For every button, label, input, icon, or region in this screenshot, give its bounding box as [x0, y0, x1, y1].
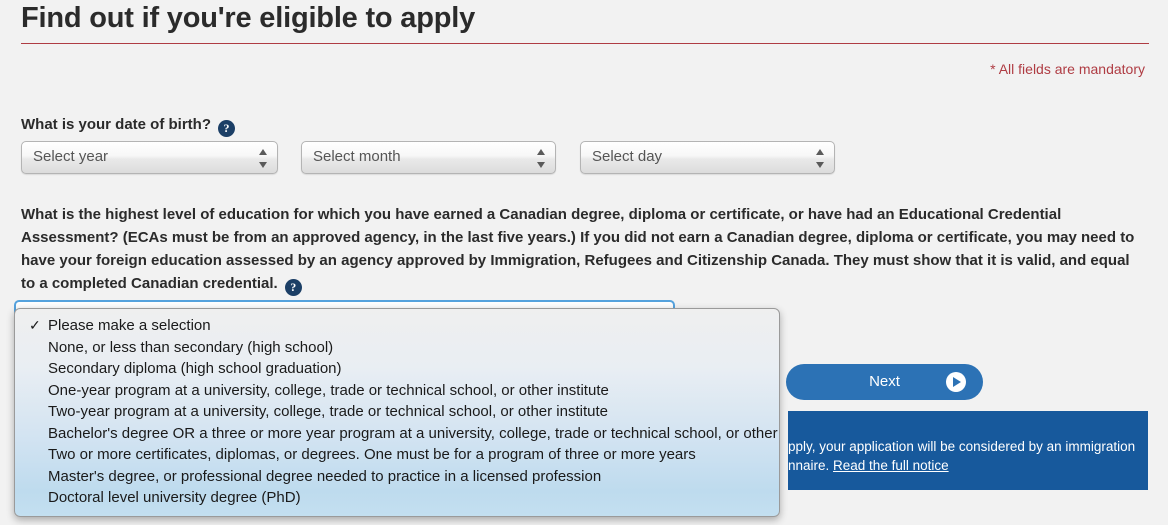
dropdown-option-label: Bachelor's degree OR a three or more yea…: [48, 424, 779, 442]
dropdown-option-label: One-year program at a university, colleg…: [48, 381, 609, 399]
dropdown-option[interactable]: ✓ Please make a selection: [15, 315, 779, 337]
dropdown-option-label: None, or less than secondary (high schoo…: [48, 338, 334, 356]
dropdown-option[interactable]: None, or less than secondary (high schoo…: [15, 337, 779, 359]
date-of-birth-question: What is your date of birth??: [21, 113, 235, 137]
title-divider: [21, 43, 1149, 44]
page-title: Find out if you're eligible to apply: [21, 2, 476, 34]
mandatory-fields-note: * All fields are mandatory: [990, 61, 1145, 77]
date-of-birth-question-label: What is your date of birth?: [21, 116, 211, 133]
help-icon-date-of-birth[interactable]: ?: [218, 120, 235, 137]
dropdown-option-label: Secondary diploma (high school graduatio…: [48, 360, 342, 377]
education-dropdown-list[interactable]: ✓ Please make a selection None, or less th…: [14, 308, 780, 517]
select-year[interactable]: Select year: [21, 141, 278, 174]
read-full-notice-link[interactable]: Read the full notice: [833, 458, 949, 473]
dropdown-option-label: Doctoral level university degree (PhD): [48, 489, 301, 506]
dropdown-option-label: Please make a selection: [48, 317, 211, 334]
notice-line-1: pply, your application will be considere…: [788, 439, 1136, 454]
stepper-arrows-icon: [537, 149, 546, 168]
education-question-label: What is the highest level of education f…: [21, 206, 1135, 292]
dropdown-option-label: Two or more certificates, diplomas, or d…: [48, 446, 696, 463]
dropdown-option[interactable]: One-year program at a university, colleg…: [15, 380, 779, 402]
select-month-value: Select month: [313, 148, 401, 165]
select-day[interactable]: Select day: [580, 141, 835, 174]
select-year-value: Select year: [33, 148, 109, 165]
select-month[interactable]: Select month: [301, 141, 556, 174]
eligibility-form-page: Find out if you're eligible to apply * A…: [0, 0, 1168, 525]
dropdown-option[interactable]: Two or more certificates, diplomas, or d…: [15, 444, 779, 466]
stepper-arrows-icon: [259, 149, 268, 168]
dropdown-option-label: Two-year program at a university, colleg…: [48, 403, 608, 420]
next-button[interactable]: Next: [786, 364, 983, 400]
dropdown-option-label: Master's degree, or professional degree …: [48, 467, 602, 485]
stepper-arrows-icon: [816, 149, 825, 168]
dropdown-option[interactable]: Secondary diploma (high school graduatio…: [15, 358, 779, 380]
dropdown-option[interactable]: Master's degree, or professional degree …: [15, 466, 779, 488]
dropdown-option[interactable]: Doctoral level university degree (PhD): [15, 487, 779, 509]
dropdown-option[interactable]: Two-year program at a university, colleg…: [15, 401, 779, 423]
notice-panel: pply, your application will be considere…: [788, 411, 1148, 490]
notice-text: pply, your application will be considere…: [788, 437, 1148, 475]
notice-line-2: nnaire.: [788, 458, 834, 473]
help-icon-education[interactable]: ?: [284, 279, 302, 296]
education-question: What is the highest level of education f…: [21, 203, 1143, 296]
select-day-value: Select day: [592, 148, 663, 165]
dropdown-option[interactable]: Bachelor's degree OR a three or more yea…: [15, 423, 779, 445]
play-circle-icon: [946, 372, 966, 392]
checkmark-icon: ✓: [29, 317, 41, 333]
